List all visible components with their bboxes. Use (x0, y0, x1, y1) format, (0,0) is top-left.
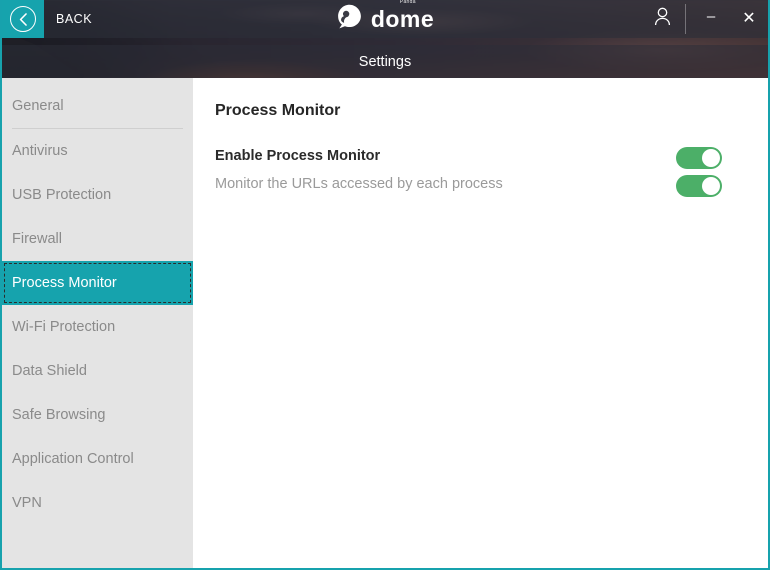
sidebar-item-safe-browsing[interactable]: Safe Browsing (2, 393, 193, 437)
brand-name-text: dome (370, 5, 435, 32)
close-icon: ✕ (742, 10, 756, 27)
sidebar-item-application-control[interactable]: Application Control (2, 437, 193, 481)
sidebar-item-label: Antivirus (12, 143, 68, 159)
account-button[interactable] (643, 0, 681, 38)
sidebar: General Antivirus USB Protection Firewal… (2, 78, 193, 568)
user-icon (654, 7, 671, 31)
page-subtitle: Settings (358, 53, 412, 70)
settings-title-bar: Settings (2, 45, 768, 78)
sidebar-item-firewall[interactable]: Firewall (2, 217, 193, 261)
sidebar-item-wifi-protection[interactable]: Wi-Fi Protection (2, 305, 193, 349)
monitor-urls-toggle[interactable] (676, 175, 722, 197)
content-panel: Process Monitor Enable Process Monitor M… (193, 78, 768, 568)
back-button[interactable] (2, 0, 44, 38)
enable-process-monitor-toggle[interactable] (676, 147, 722, 169)
settings-group-process-monitor: Enable Process Monitor Monitor the URLs … (215, 146, 744, 197)
toggle-knob (702, 177, 720, 195)
close-button[interactable]: ✕ (730, 0, 768, 38)
sidebar-item-vpn[interactable]: VPN (2, 481, 193, 525)
enable-process-monitor-label: Enable Process Monitor (215, 148, 381, 164)
toggle-knob (702, 149, 720, 167)
sidebar-item-label: Data Shield (12, 363, 87, 379)
sidebar-item-label: Safe Browsing (12, 407, 106, 423)
app-header: BACK Panda dome – ✕ Settings (2, 0, 768, 78)
window-controls: – ✕ (643, 0, 768, 38)
chevron-left-icon (10, 6, 36, 32)
controls-divider (685, 4, 686, 34)
app-window: BACK Panda dome – ✕ Settings General Ant… (0, 0, 770, 570)
sidebar-item-label: Firewall (12, 231, 62, 247)
minimize-icon: – (706, 7, 716, 25)
sidebar-item-label: General (12, 98, 64, 114)
sidebar-item-general[interactable]: General (2, 84, 193, 128)
minimize-button[interactable]: – (692, 0, 730, 38)
settings-toggles (676, 146, 744, 197)
brand-name: Panda dome (370, 0, 435, 32)
sidebar-item-usb-protection[interactable]: USB Protection (2, 173, 193, 217)
back-button-label[interactable]: BACK (56, 12, 92, 26)
panda-logo-icon (336, 3, 363, 35)
sidebar-item-label: Process Monitor (12, 275, 117, 291)
body: General Antivirus USB Protection Firewal… (2, 78, 768, 568)
page-title: Process Monitor (215, 102, 341, 119)
settings-labels: Enable Process Monitor Monitor the URLs … (215, 146, 503, 194)
sidebar-item-data-shield[interactable]: Data Shield (2, 349, 193, 393)
sidebar-item-antivirus[interactable]: Antivirus (2, 129, 193, 173)
monitor-urls-label: Monitor the URLs accessed by each proces… (215, 175, 503, 192)
sidebar-item-label: USB Protection (12, 187, 112, 203)
sidebar-item-label: VPN (12, 495, 42, 511)
sidebar-item-label: Application Control (12, 451, 134, 467)
sidebar-item-process-monitor[interactable]: Process Monitor (2, 261, 193, 305)
brand-superscript: Panda (399, 0, 416, 5)
sidebar-item-label: Wi-Fi Protection (12, 319, 116, 335)
